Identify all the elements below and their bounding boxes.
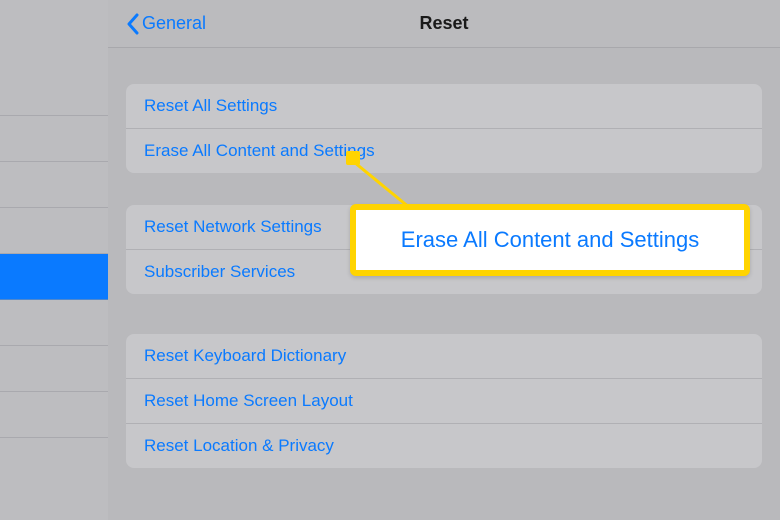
sidebar-item[interactable] xyxy=(0,300,108,346)
sidebar-item-selected[interactable] xyxy=(0,254,108,300)
settings-group: Reset Keyboard Dictionary Reset Home Scr… xyxy=(126,334,762,468)
row-label: Reset Location & Privacy xyxy=(144,436,334,455)
sidebar-item[interactable] xyxy=(0,208,108,254)
back-label: General xyxy=(142,13,206,34)
reset-all-settings-row[interactable]: Reset All Settings xyxy=(126,84,762,129)
row-label: Erase All Content and Settings xyxy=(144,141,375,160)
callout-marker-icon xyxy=(346,151,360,165)
settings-group: Reset All Settings Erase All Content and… xyxy=(126,84,762,173)
sidebar-item[interactable] xyxy=(0,116,108,162)
row-label: Reset Home Screen Layout xyxy=(144,391,353,410)
sidebar-item[interactable] xyxy=(0,162,108,208)
row-label: Subscriber Services xyxy=(144,262,295,281)
callout-text: Erase All Content and Settings xyxy=(401,227,699,253)
row-label: Reset All Settings xyxy=(144,96,277,115)
sidebar-item[interactable] xyxy=(0,346,108,392)
sidebar-item[interactable] xyxy=(0,392,108,438)
erase-all-content-row[interactable]: Erase All Content and Settings xyxy=(126,129,762,173)
reset-location-privacy-row[interactable]: Reset Location & Privacy xyxy=(126,424,762,468)
row-label: Reset Keyboard Dictionary xyxy=(144,346,346,365)
reset-home-screen-row[interactable]: Reset Home Screen Layout xyxy=(126,379,762,424)
page-title: Reset xyxy=(419,13,468,34)
sidebar-item[interactable] xyxy=(0,70,108,116)
reset-keyboard-row[interactable]: Reset Keyboard Dictionary xyxy=(126,334,762,379)
settings-sidebar xyxy=(0,0,108,520)
nav-bar: General Reset xyxy=(108,0,780,48)
row-label: Reset Network Settings xyxy=(144,217,322,236)
callout-box: Erase All Content and Settings xyxy=(350,204,750,276)
content-area: Reset All Settings Erase All Content and… xyxy=(108,84,780,468)
back-button[interactable]: General xyxy=(126,13,206,35)
chevron-left-icon xyxy=(126,13,139,35)
